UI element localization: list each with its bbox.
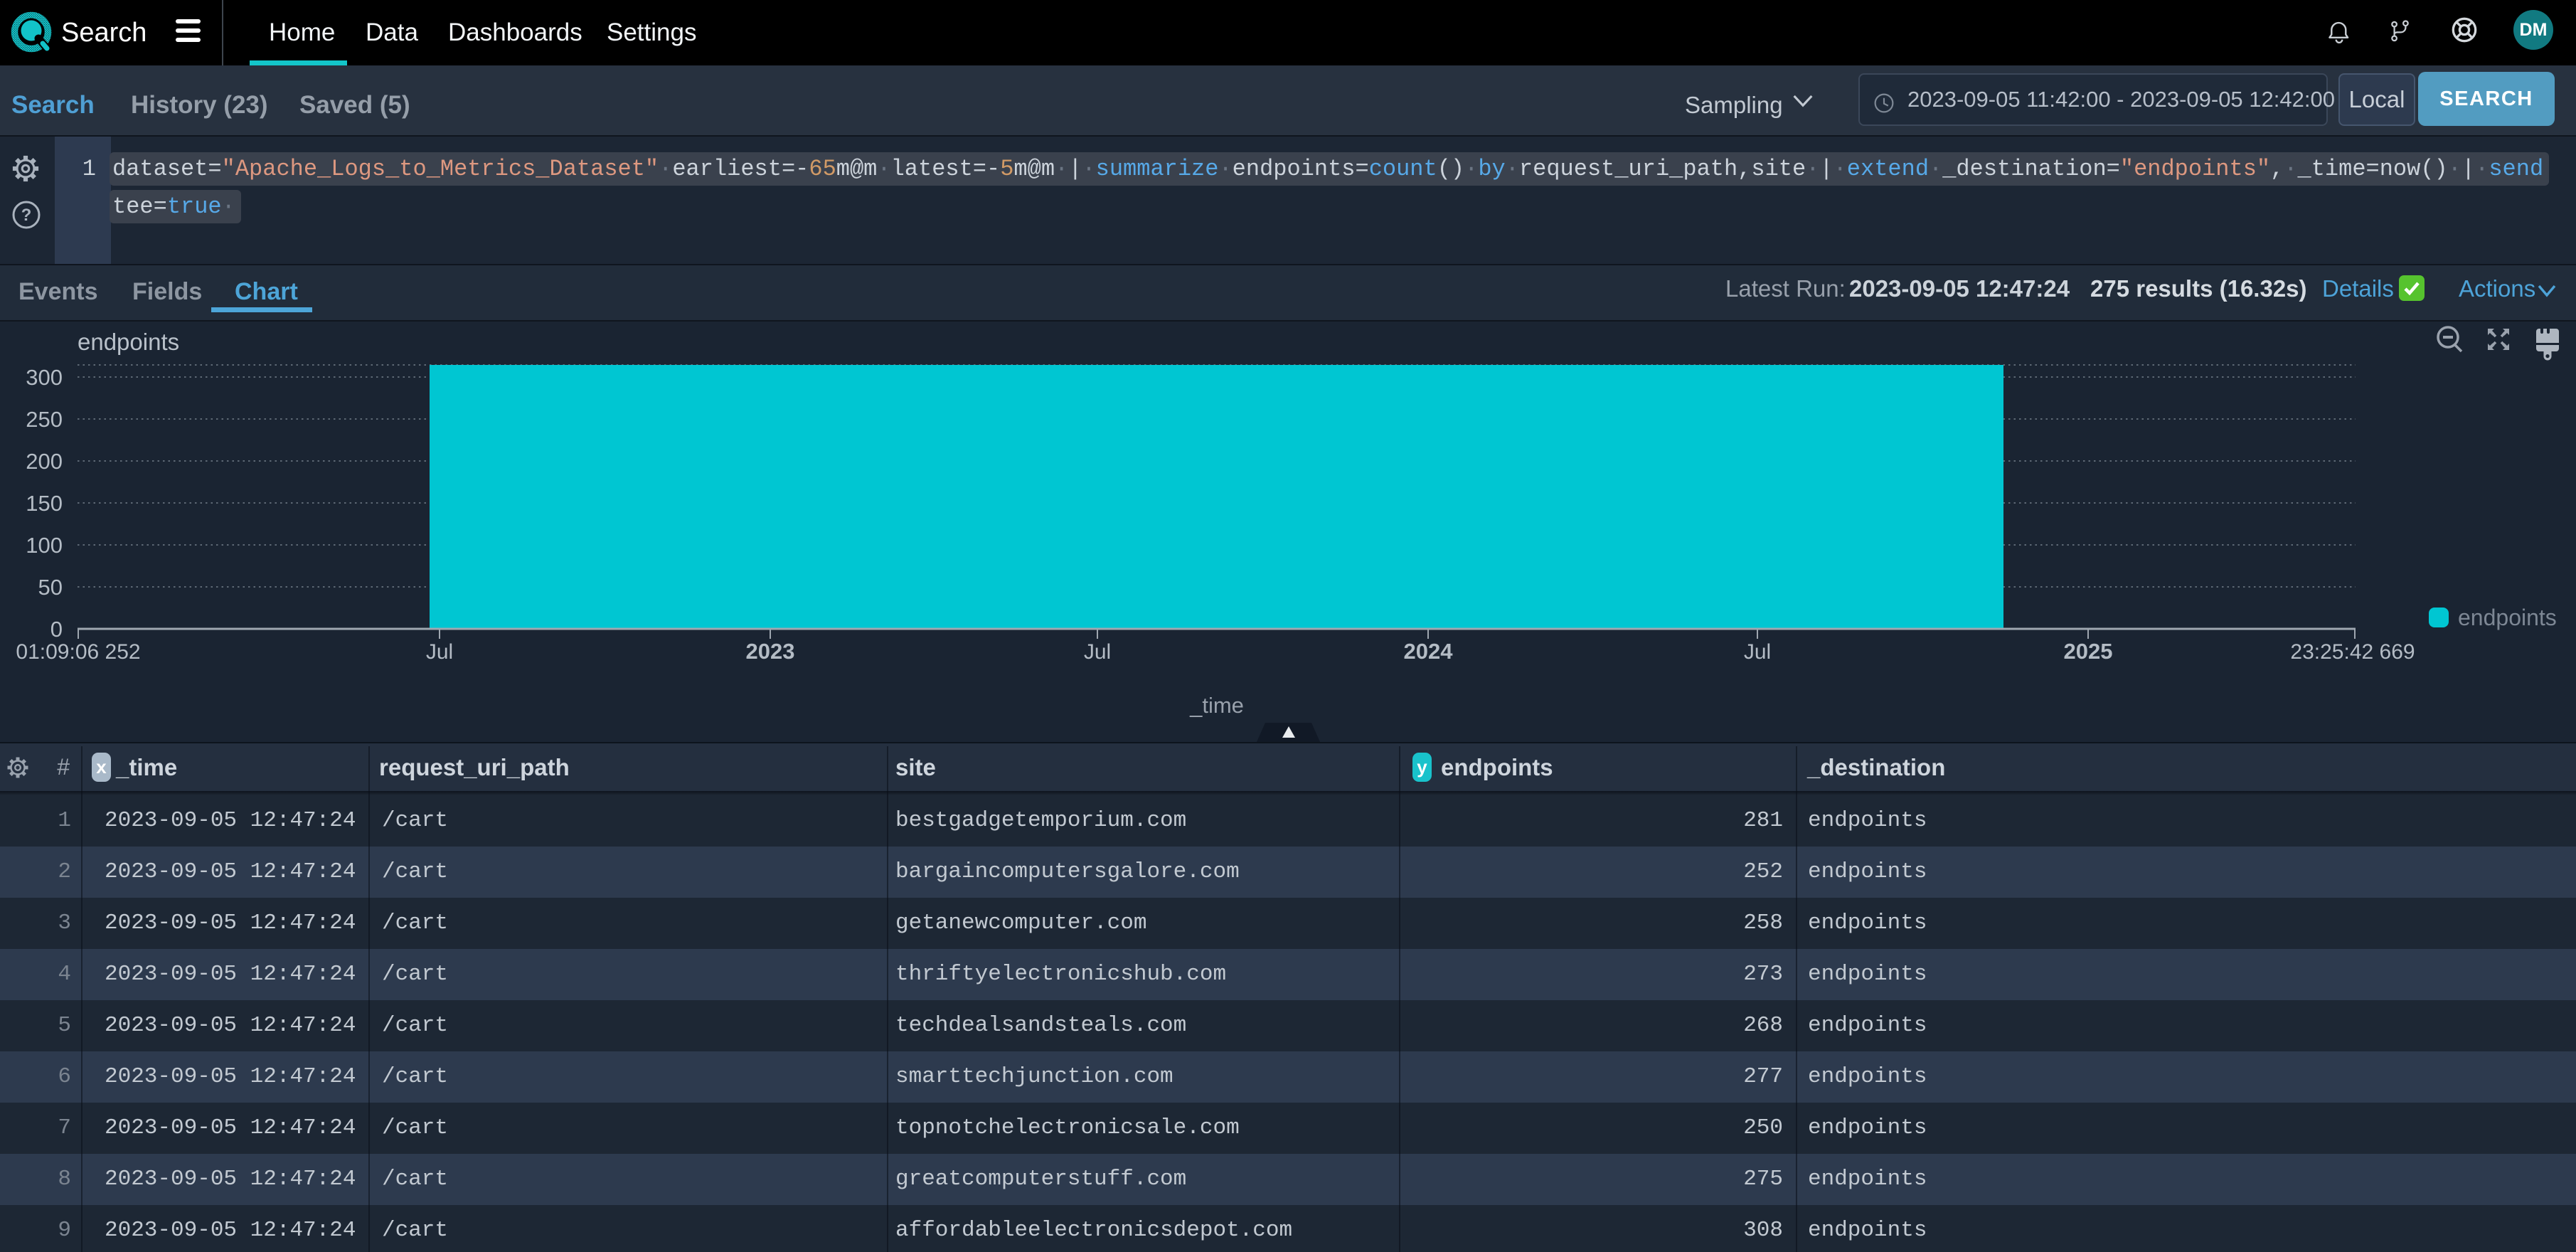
svg-text:23:25:42 669: 23:25:42 669 xyxy=(2290,640,2415,664)
svg-text:50: 50 xyxy=(38,575,63,600)
svg-text:300: 300 xyxy=(26,365,63,390)
svg-text:endpoints: endpoints xyxy=(78,329,179,355)
svg-text:100: 100 xyxy=(26,533,63,558)
svg-text:0: 0 xyxy=(50,617,63,642)
svg-text:Jul: Jul xyxy=(1744,640,1771,664)
svg-text:Jul: Jul xyxy=(426,640,453,664)
svg-text:Jul: Jul xyxy=(1084,640,1111,664)
svg-text:endpoints: endpoints xyxy=(2458,605,2557,630)
svg-text:2023: 2023 xyxy=(746,639,795,664)
svg-text:_time: _time xyxy=(1189,693,1244,718)
svg-text:200: 200 xyxy=(26,449,63,474)
svg-text:150: 150 xyxy=(26,491,63,516)
svg-text:?: ? xyxy=(21,206,32,225)
svg-text:2025: 2025 xyxy=(2064,639,2113,664)
svg-text:2024: 2024 xyxy=(1404,639,1454,664)
svg-text:250: 250 xyxy=(26,407,63,432)
svg-text:01:09:06 252: 01:09:06 252 xyxy=(16,640,140,664)
